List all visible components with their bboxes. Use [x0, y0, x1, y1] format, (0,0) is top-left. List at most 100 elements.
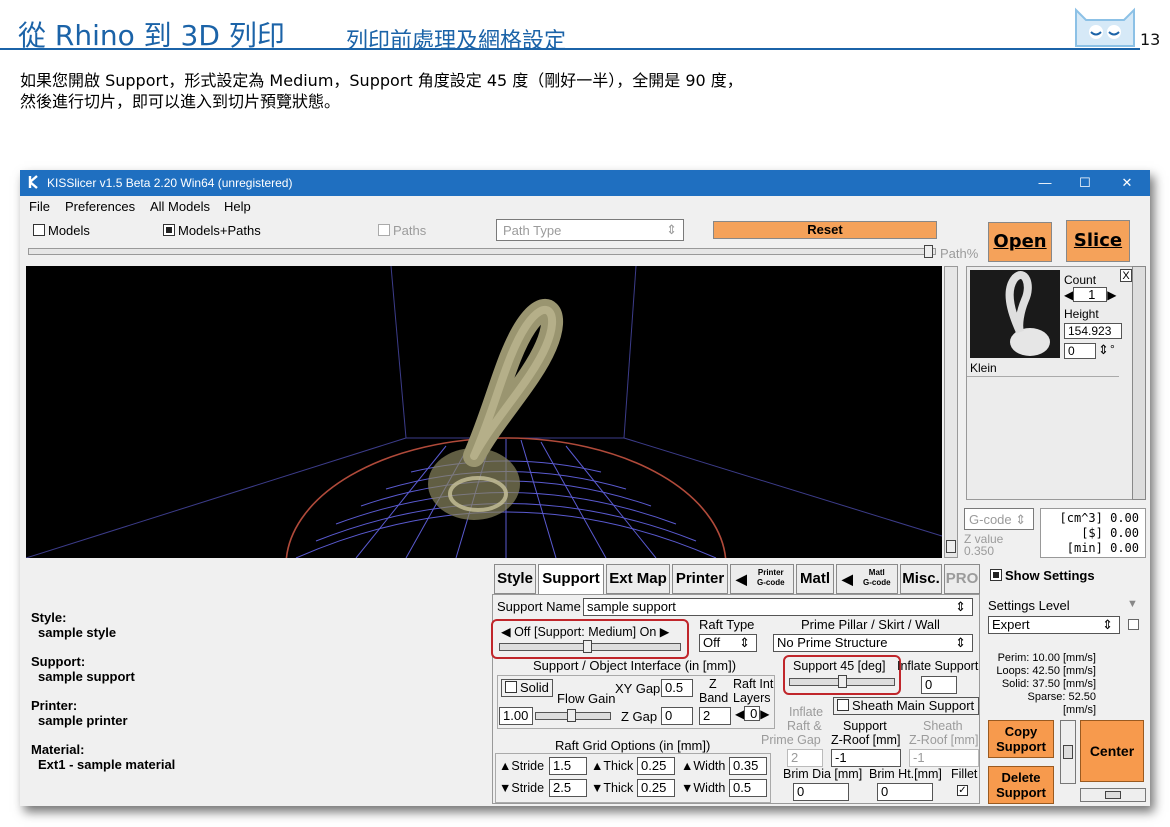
close-button[interactable]: ✕: [1112, 172, 1142, 194]
thick-down-input[interactable]: 0.25: [637, 779, 675, 797]
count-input[interactable]: 1: [1073, 287, 1108, 302]
count-stepper[interactable]: ◀ 1 ▶: [1064, 287, 1116, 302]
raft-type-select[interactable]: Off ⇕: [699, 634, 757, 652]
menu-all-models[interactable]: All Models: [150, 199, 210, 214]
3d-viewport[interactable]: [25, 265, 943, 695]
tab-pro[interactable]: PRO: [944, 564, 980, 594]
increment-icon[interactable]: ▶: [760, 707, 769, 721]
sheath-zroof-input[interactable]: -1: [909, 749, 979, 767]
summary-printer-label: Printer:: [31, 698, 78, 713]
increment-icon[interactable]: ▶: [1107, 288, 1116, 302]
tab-matl-gcode[interactable]: ◀ Matl G-code: [836, 564, 898, 594]
fillet-checkbox[interactable]: ✓: [957, 785, 968, 796]
intro-line-2: 然後進行切片，即可以進入到切片預覽狀態。: [20, 92, 341, 111]
gcode-select-label: G-code: [969, 512, 1012, 527]
settings-level-label: Settings Level: [988, 598, 1070, 613]
menu-preferences[interactable]: Preferences: [65, 199, 135, 214]
width-down-input[interactable]: 0.5: [729, 779, 767, 797]
center-button[interactable]: Center: [1080, 720, 1144, 782]
reset-button[interactable]: Reset: [713, 221, 937, 239]
window-title: KISSlicer v1.5 Beta 2.20 Win64 (unregist…: [47, 176, 293, 190]
brim-dia-label: Brim Dia [mm]: [783, 767, 863, 781]
open-button[interactable]: Open: [988, 222, 1052, 262]
zroof-input[interactable]: -1: [831, 749, 901, 767]
vertical-slider-knob[interactable]: [1063, 745, 1073, 759]
delete-label-1: Delete: [1001, 770, 1041, 785]
rotation-spinner-icon[interactable]: ⇕: [1098, 342, 1109, 358]
tab-ext-map[interactable]: Ext Map: [606, 564, 670, 594]
z-band-input[interactable]: 2: [699, 707, 731, 725]
settings-level-select[interactable]: Expert ⇕: [988, 616, 1120, 634]
raft-type-label: Raft Type: [699, 617, 755, 632]
maximize-button[interactable]: ☐: [1070, 172, 1100, 194]
copy-support-button[interactable]: Copy Support: [988, 720, 1054, 758]
model-thumbnail[interactable]: [970, 270, 1060, 358]
show-settings-checkbox[interactable]: Show Settings: [990, 568, 1095, 583]
inflate-raft-input[interactable]: 2: [787, 749, 823, 767]
horizontal-slider[interactable]: [1080, 788, 1146, 802]
height-input[interactable]: 154.923: [1064, 323, 1122, 339]
horizontal-slider-knob[interactable]: [1105, 791, 1121, 799]
tab-misc[interactable]: Misc.: [900, 564, 942, 594]
support-level-knob[interactable]: [583, 640, 592, 653]
support-level-label[interactable]: ◀ Off [Support: Medium] On ▶: [501, 624, 669, 639]
xy-gap-input[interactable]: 0.5: [661, 679, 693, 697]
model-name[interactable]: Klein: [970, 361, 997, 375]
path-slider-knob[interactable]: [924, 245, 933, 258]
path-slider-track[interactable]: [28, 248, 936, 255]
raft-layers-input[interactable]: 0: [744, 706, 761, 721]
menu-file[interactable]: File: [29, 199, 50, 214]
z-slider-track[interactable]: [944, 266, 958, 558]
model-list-scrollbar[interactable]: [1132, 266, 1146, 500]
solid-checkbox[interactable]: Solid: [501, 679, 553, 697]
decrement-icon[interactable]: ◀: [735, 707, 744, 721]
thick-up-input[interactable]: 0.25: [637, 757, 675, 775]
owl-logo-icon: [1075, 7, 1135, 47]
tab-support[interactable]: Support: [538, 564, 604, 594]
menu-help[interactable]: Help: [224, 199, 251, 214]
stride-up-input[interactable]: 1.5: [549, 757, 587, 775]
brim-dia-input[interactable]: 0: [793, 783, 849, 801]
delete-support-button[interactable]: Delete Support: [988, 766, 1054, 804]
prime-select[interactable]: No Prime Structure ⇕: [773, 634, 973, 652]
brim-ht-input[interactable]: 0: [877, 783, 933, 801]
z-gap-input[interactable]: 0: [661, 707, 693, 725]
vertical-slider[interactable]: [1060, 720, 1076, 784]
tab-style[interactable]: Style: [494, 564, 536, 594]
minimize-button[interactable]: —: [1030, 172, 1060, 194]
window-titlebar: KISSlicer v1.5 Beta 2.20 Win64 (unregist…: [20, 170, 1150, 196]
rotation-input[interactable]: 0: [1064, 343, 1096, 359]
stride-down-input[interactable]: 2.5: [549, 779, 587, 797]
page-number: 13: [1140, 30, 1161, 49]
flow-gain-input[interactable]: 1.00: [499, 707, 533, 725]
chevron-down-icon[interactable]: ▼: [1127, 598, 1138, 610]
zroof-label-1: Support: [843, 719, 887, 733]
paths-radio[interactable]: Paths: [378, 223, 426, 238]
sheath-main-label: Sheath Main Support: [852, 698, 975, 713]
models-paths-radio[interactable]: Models+Paths: [163, 223, 261, 238]
settings-checkbox[interactable]: [1128, 619, 1139, 630]
support-name-input[interactable]: sample support ⇕: [583, 598, 973, 616]
width-up-input[interactable]: 0.35: [729, 757, 767, 775]
sheath-main-checkbox[interactable]: Sheath Main Support: [833, 697, 979, 715]
close-x-button[interactable]: X: [1120, 269, 1132, 282]
raft-layers-stepper[interactable]: ◀ 0 ▶: [735, 706, 769, 721]
gcode-select[interactable]: G-code ⇕: [964, 508, 1034, 530]
decrement-icon[interactable]: ◀: [1064, 288, 1073, 302]
tab-printer-gcode[interactable]: ◀ Printer G-code: [730, 564, 794, 594]
paths-checkbox-icon: [378, 224, 390, 236]
inflate-support-input[interactable]: 0: [921, 676, 957, 694]
support-angle-knob[interactable]: [837, 675, 847, 688]
path-type-select[interactable]: Path Type ⇕: [496, 219, 684, 241]
model-list-panel: Count X ◀ 1 ▶ Height 154.923 0 ⇕ ° Klein: [966, 266, 1133, 500]
z-slider-knob[interactable]: [946, 540, 956, 553]
tab-matl[interactable]: Matl: [796, 564, 834, 594]
support-settings-panel: Support Name sample support ⇕ ◀ Off [Sup…: [491, 594, 980, 804]
width-up-label: ▲Width: [681, 759, 726, 773]
slice-button[interactable]: Slice: [1066, 220, 1130, 262]
printer-gcode-bottom: G-code: [757, 578, 785, 587]
tab-printer[interactable]: Printer: [672, 564, 728, 594]
z-value: 0.350: [964, 544, 995, 558]
flow-gain-knob[interactable]: [567, 709, 576, 722]
models-radio[interactable]: Models: [33, 223, 90, 238]
